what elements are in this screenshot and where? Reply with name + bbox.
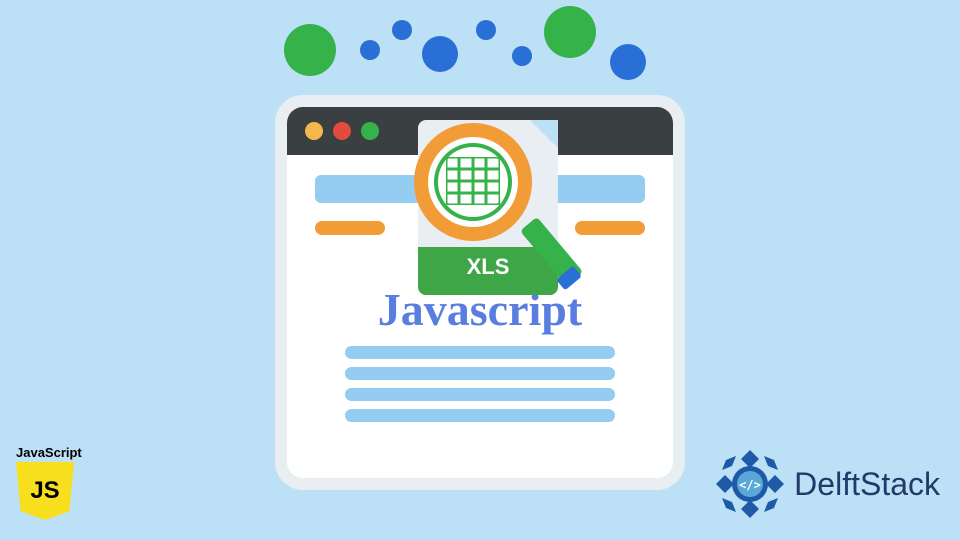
traffic-light-green xyxy=(361,122,379,140)
decorative-dot-icon xyxy=(476,20,496,40)
delftstack-name: DelftStack xyxy=(794,466,940,503)
decorative-dot-icon xyxy=(392,20,412,40)
spreadsheet-grid-icon xyxy=(446,157,500,205)
delftstack-logo-icon: </> xyxy=(714,448,786,520)
page-fold-icon xyxy=(530,120,558,148)
decorative-dot-icon xyxy=(360,40,380,60)
text-line xyxy=(345,367,616,380)
decorative-dot-icon xyxy=(284,24,336,76)
text-line xyxy=(345,346,616,359)
traffic-light-red xyxy=(333,122,351,140)
javascript-logo-label: JavaScript xyxy=(16,445,86,460)
decorative-dot-icon xyxy=(512,46,532,66)
decorative-dot-icon xyxy=(422,36,458,72)
accent-line-left xyxy=(315,221,385,235)
svg-text:</>: </> xyxy=(739,478,761,492)
xls-file-illustration: XLS xyxy=(400,115,600,315)
file-type-label: XLS xyxy=(418,247,558,295)
text-line xyxy=(345,388,616,401)
traffic-light-yellow xyxy=(305,122,323,140)
javascript-logo: JavaScript JS xyxy=(16,445,86,520)
magnifier-ring-icon xyxy=(414,123,532,241)
javascript-shield-icon: JS xyxy=(16,462,74,520)
text-line xyxy=(345,409,616,422)
javascript-glyph: JS xyxy=(30,477,59,505)
decorative-dot-icon xyxy=(610,44,646,80)
decorative-dot-icon xyxy=(544,6,596,58)
delftstack-brand: </> DelftStack xyxy=(714,448,940,520)
